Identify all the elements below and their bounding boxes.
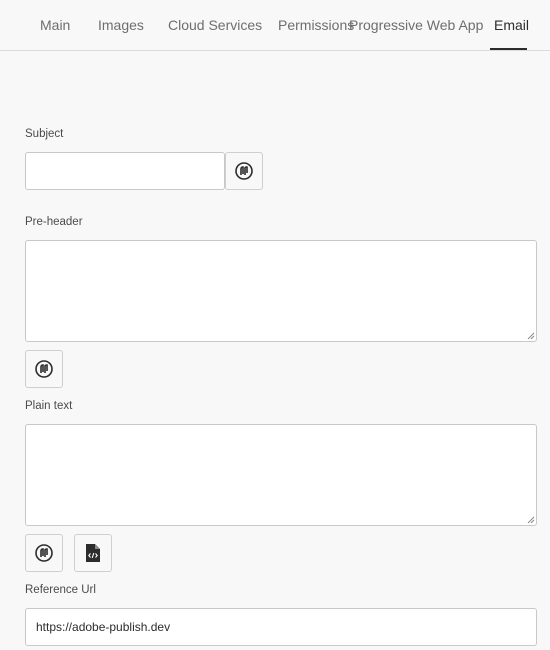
plaintext-generate-button[interactable] <box>74 534 112 572</box>
reference-url-input[interactable]: https://adobe-publish.dev <box>25 608 537 646</box>
tab-bar: Main Images Cloud Services Permissions P… <box>0 0 550 51</box>
tab-images[interactable]: Images <box>98 17 144 33</box>
active-tab-indicator <box>490 48 527 50</box>
tab-progressive-web-app[interactable]: Progressive Web App <box>349 17 483 33</box>
subject-variable-button[interactable] <box>225 152 263 190</box>
variable-picker-icon <box>35 544 53 562</box>
subject-label: Subject <box>25 128 64 140</box>
subject-input[interactable] <box>25 152 225 190</box>
preheader-textarea[interactable] <box>25 240 537 342</box>
preheader-label: Pre-header <box>25 216 83 228</box>
tab-email[interactable]: Email <box>494 17 529 33</box>
tab-main[interactable]: Main <box>40 17 70 33</box>
plaintext-label: Plain text <box>25 400 73 412</box>
resize-grip-icon[interactable] <box>527 516 535 524</box>
reference-url-label: Reference Url <box>25 584 96 596</box>
variable-picker-icon <box>235 162 253 180</box>
file-code-icon <box>86 544 100 562</box>
preheader-variable-button[interactable] <box>25 350 63 388</box>
tab-cloud-services[interactable]: Cloud Services <box>168 17 262 33</box>
variable-picker-icon <box>35 360 53 378</box>
plaintext-textarea[interactable] <box>25 424 537 526</box>
plaintext-variable-button[interactable] <box>25 534 63 572</box>
tab-permissions[interactable]: Permissions <box>278 17 354 33</box>
resize-grip-icon[interactable] <box>527 332 535 340</box>
